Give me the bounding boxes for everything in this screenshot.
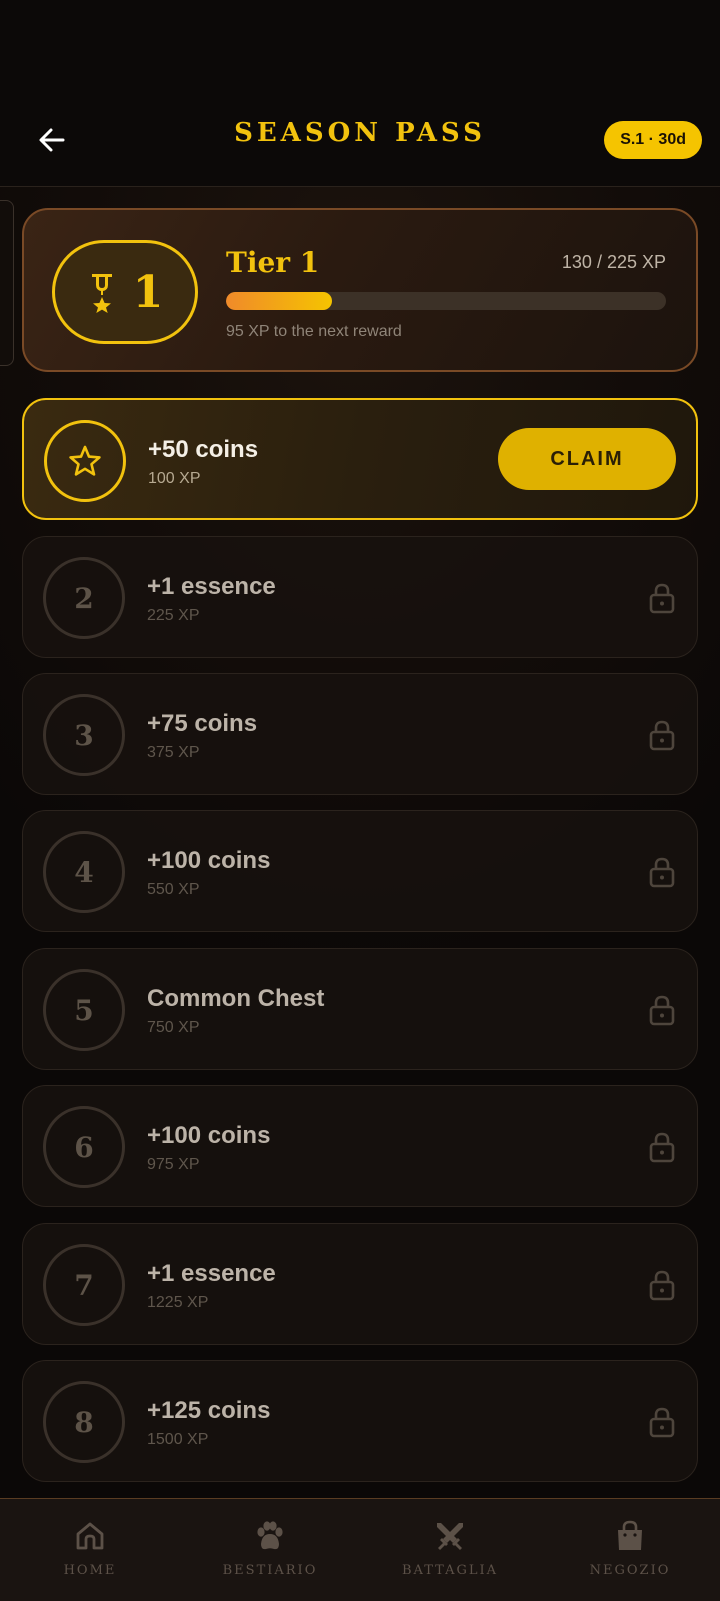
lock-icon — [649, 720, 675, 751]
nav-item-negozio[interactable]: NEGOZIO — [540, 1499, 720, 1601]
reward-name: +1 essence — [147, 1260, 276, 1287]
lock-icon — [649, 1407, 675, 1438]
nav-item-home[interactable]: HOME — [0, 1499, 180, 1601]
reward-badge: 6 — [43, 1106, 125, 1188]
reward-row[interactable]: 3 +75 coins 375 XP — [22, 673, 698, 795]
reward-name: +100 coins — [147, 847, 271, 874]
reward-name: +75 coins — [147, 710, 258, 737]
lock-icon — [649, 1132, 675, 1163]
reward-xp: 100 XP — [148, 470, 201, 487]
reward-name: +50 coins — [148, 436, 259, 463]
tier-progress-card: 1 Tier 1 130 / 225 XP 95 XP to the next … — [22, 208, 698, 372]
nav-item-bestiario[interactable]: BESTIARIO — [180, 1499, 360, 1601]
reward-xp: 225 XP — [147, 607, 200, 624]
nav-label: HOME — [63, 1563, 117, 1578]
reward-badge: 4 — [43, 831, 125, 913]
reward-xp: 1225 XP — [147, 1294, 209, 1311]
xp-progress-fill — [226, 292, 332, 310]
reward-badge: 3 — [43, 694, 125, 776]
season-badge[interactable]: S.1 · 30d — [604, 121, 702, 159]
trophy-icon — [91, 274, 112, 313]
nav-label: BESTIARIO — [222, 1563, 318, 1578]
home-icon — [76, 1522, 104, 1550]
reward-row[interactable]: 8 +125 coins 1500 XP — [22, 1360, 698, 1482]
claim-button[interactable]: CLAIM — [498, 428, 676, 490]
reward-xp: 750 XP — [147, 1019, 200, 1036]
crossed-swords-icon — [437, 1523, 463, 1550]
reward-badge: 2 — [43, 557, 125, 639]
star-icon — [69, 445, 101, 476]
lock-icon — [649, 583, 675, 614]
reward-xp: 375 XP — [147, 744, 200, 761]
reward-badge: 7 — [43, 1244, 125, 1326]
reward-row[interactable]: 7 +1 essence 1225 XP — [22, 1223, 698, 1345]
reward-xp: 975 XP — [147, 1156, 200, 1173]
lock-icon — [649, 857, 675, 888]
nav-item-battaglia[interactable]: BATTAGLIA — [360, 1499, 540, 1601]
reward-name: +100 coins — [147, 1122, 271, 1149]
tier-xp-readout: 130 / 225 XP — [561, 252, 666, 272]
tier-title: Tier 1 — [226, 246, 320, 279]
nav-label: BATTAGLIA — [401, 1563, 499, 1578]
reward-badge: 8 — [43, 1381, 125, 1463]
reward-badge — [44, 420, 126, 502]
app-header: SEASON PASS S.1 · 30d — [0, 0, 720, 187]
reward-row[interactable]: 4 +100 coins 550 XP — [22, 810, 698, 932]
side-drawer-handle[interactable] — [0, 200, 14, 366]
reward-row[interactable]: 6 +100 coins 975 XP — [22, 1085, 698, 1207]
lock-icon — [649, 1270, 675, 1301]
reward-xp: 550 XP — [147, 881, 200, 898]
lock-icon — [649, 995, 675, 1026]
reward-xp: 1500 XP — [147, 1431, 209, 1448]
reward-row[interactable]: 2 +1 essence 225 XP — [22, 536, 698, 658]
nav-label: NEGOZIO — [589, 1563, 671, 1578]
bottom-nav: HOME BESTIARIO BATTAGLIA NEGOZIO — [0, 1498, 720, 1601]
shopping-bag-icon — [618, 1520, 642, 1550]
reward-row[interactable]: +50 coins 100 XP CLAIM — [22, 398, 698, 520]
next-reward-hint: 95 XP to the next reward — [226, 323, 402, 340]
reward-badge: 5 — [43, 969, 125, 1051]
paw-icon — [257, 1521, 283, 1550]
reward-name: +1 essence — [147, 573, 276, 600]
tier-number: 1 — [132, 266, 164, 318]
reward-row[interactable]: 5 Common Chest 750 XP — [22, 948, 698, 1070]
reward-name: +125 coins — [147, 1397, 271, 1424]
reward-name: Common Chest — [147, 985, 325, 1012]
tier-badge: 1 — [52, 240, 198, 344]
xp-progress-bar — [226, 292, 666, 310]
